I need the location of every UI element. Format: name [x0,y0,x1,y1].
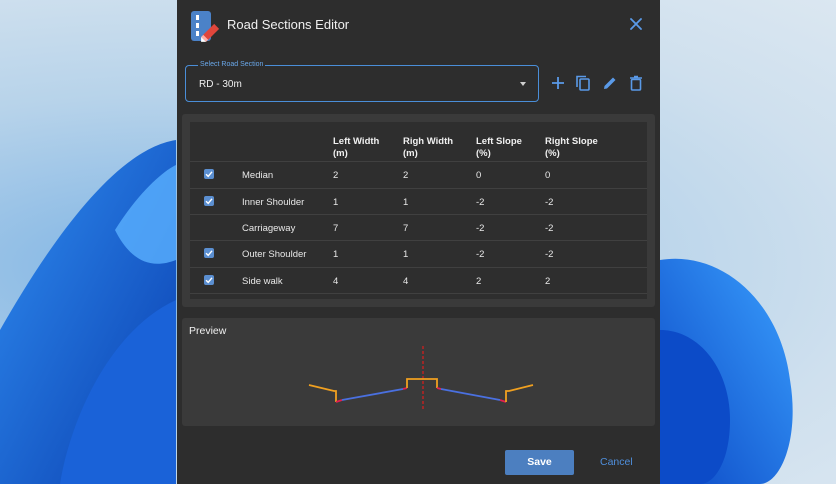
row-left-width[interactable]: 1 [333,197,338,208]
header-left-width: Left Width (m) [333,136,380,159]
sections-table-panel: Left Width (m) Righ Width (m) Left Slope (%… [182,114,655,307]
median [406,378,438,388]
save-button[interactable]: Save [505,450,574,475]
row-left-slope[interactable]: -2 [476,197,484,208]
table-row[interactable]: Inner Shoulder 1 1 -2 -2 [190,188,647,215]
header-right-slope: Right Slope (%) [545,136,598,159]
right-sidewalk [505,384,534,402]
road-section-select[interactable]: Select Road Section RD - 30m [185,60,539,102]
right-carriageway [440,388,501,401]
copy-icon[interactable] [574,74,592,92]
row-right-slope[interactable]: 2 [545,276,550,287]
sections-table: Left Width (m) Righ Width (m) Left Slope (%… [190,122,647,299]
row-checkbox[interactable] [204,222,214,232]
row-left-slope[interactable]: 0 [476,170,481,181]
left-inner-shoulder [402,387,408,390]
table-row[interactable]: Side walk 4 4 2 2 [190,267,647,294]
row-right-slope[interactable]: 0 [545,170,550,181]
cancel-button[interactable]: Cancel [600,456,633,468]
road-cross-section-preview [308,346,534,410]
row-left-width[interactable]: 7 [333,223,338,234]
left-sidewalk [308,384,337,402]
row-right-width[interactable]: 1 [403,197,408,208]
header-left-slope: Left Slope (%) [476,136,522,159]
row-checkbox[interactable] [204,248,214,258]
table-row[interactable]: Median 2 2 0 0 [190,161,647,188]
row-name: Carriageway [242,223,296,234]
row-left-width[interactable]: 4 [333,276,338,287]
check-icon [205,171,213,178]
pencil-icon[interactable] [601,74,619,92]
row-left-slope[interactable]: -2 [476,249,484,260]
row-right-width[interactable]: 7 [403,223,408,234]
row-right-width[interactable]: 4 [403,276,408,287]
row-name: Outer Shoulder [242,249,307,260]
select-legend: Select Road Section [198,60,266,70]
table-row-divider [190,293,647,300]
row-right-slope[interactable]: -2 [545,249,553,260]
right-inner-shoulder [436,387,442,390]
check-icon [205,277,213,284]
left-carriageway [341,388,404,401]
road-sections-dialog: Road Sections Editor Select Road Section… [177,0,660,484]
check-icon [205,198,213,205]
table-row[interactable]: Carriageway 7 7 -2 -2 [190,214,647,241]
select-value: RD - 30m [199,79,242,90]
row-checkbox[interactable] [204,275,214,285]
row-left-slope[interactable]: -2 [476,223,484,234]
row-left-width[interactable]: 2 [333,170,338,181]
check-icon [205,250,213,257]
trash-icon[interactable] [627,74,645,92]
row-right-slope[interactable]: -2 [545,197,553,208]
row-name: Side walk [242,276,283,287]
dialog-title: Road Sections Editor [227,17,350,32]
chevron-down-icon[interactable] [520,82,526,86]
header-right-width: Righ Width (m) [403,136,454,159]
row-name: Inner Shoulder [242,197,305,208]
row-left-slope[interactable]: 2 [476,276,481,287]
row-checkbox[interactable] [204,196,214,206]
row-name: Median [242,170,274,181]
title-bar: Road Sections Editor [177,0,660,50]
road-pencil-icon [191,11,220,42]
preview-panel: Preview [182,318,655,426]
row-right-width[interactable]: 1 [403,249,408,260]
plus-icon[interactable] [549,74,567,92]
row-left-width[interactable]: 1 [333,249,338,260]
table-row[interactable]: Outer Shoulder 1 1 -2 -2 [190,240,647,267]
close-icon[interactable] [627,15,645,33]
row-checkbox[interactable] [204,169,214,179]
row-right-width[interactable]: 2 [403,170,408,181]
row-right-slope[interactable]: -2 [545,223,553,234]
